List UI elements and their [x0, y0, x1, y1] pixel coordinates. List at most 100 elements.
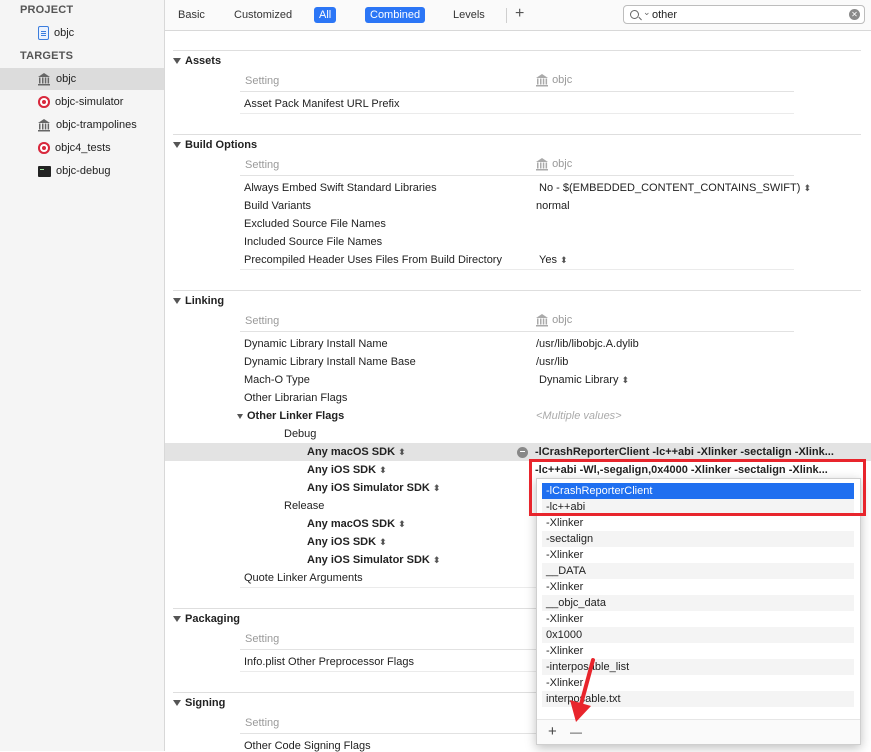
condition-release-any-macos-sdk[interactable]: Any macOS SDK ⬍: [307, 518, 406, 530]
add-item-button[interactable]: +: [548, 723, 557, 740]
disclosure-triangle-icon[interactable]: [173, 298, 181, 304]
list-item[interactable]: __DATA: [542, 563, 854, 579]
condition-debug-any-macos-sdk[interactable]: Any macOS SDK ⬍: [307, 446, 406, 458]
sidebar-item-target-objc-simulator[interactable]: objc-simulator: [0, 91, 164, 113]
setting-precompiled-header-build-dir[interactable]: Precompiled Header Uses Files From Build…: [244, 254, 502, 266]
setting-included-source-file-names[interactable]: Included Source File Names: [244, 236, 382, 248]
column-header-row: Setting objc: [240, 73, 794, 92]
popup-stepper-icon: ⬍: [560, 255, 568, 265]
section-build-options-header[interactable]: Build Options: [173, 139, 257, 151]
setting-always-embed-swift[interactable]: Always Embed Swift Standard Libraries: [244, 182, 437, 194]
search-input[interactable]: [652, 7, 832, 22]
disclosure-triangle-icon[interactable]: [173, 616, 181, 622]
setting-dylib-install-name-base[interactable]: Dynamic Library Install Name Base: [244, 356, 416, 368]
build-settings-toolbar: Basic Customized All Combined Levels + ⌄…: [165, 0, 871, 31]
setting-column-header: Setting: [245, 315, 280, 327]
library-icon: [536, 314, 548, 327]
basic-filter-button[interactable]: Basic: [173, 7, 210, 23]
condition-debug-any-ios-sdk[interactable]: Any iOS SDK ⬍: [307, 464, 387, 476]
setting-other-linker-flags[interactable]: Other Linker Flags: [237, 410, 344, 422]
section-divider: [173, 50, 861, 51]
popup-stepper-icon: ⬍: [803, 183, 811, 193]
list-item[interactable]: 0x1000: [542, 627, 854, 643]
sidebar-item-target-objc4-tests[interactable]: objc4_tests: [0, 137, 164, 159]
sidebar-item-target-objc-debug[interactable]: objc-debug: [0, 160, 164, 182]
section-assets-header[interactable]: Assets: [173, 55, 221, 67]
sidebar-item-label: objc-simulator: [55, 96, 124, 108]
disclosure-triangle-icon[interactable]: [173, 58, 181, 64]
condition-debug-any-ios-simulator-sdk[interactable]: Any iOS Simulator SDK ⬍: [307, 482, 440, 494]
condition-release-any-ios-simulator-sdk[interactable]: Any iOS Simulator SDK ⬍: [307, 554, 440, 566]
value-dylib-install-name[interactable]: /usr/lib/libobjc.A.dylib: [536, 338, 639, 350]
target-column-header: objc: [535, 313, 572, 327]
library-icon: [38, 73, 50, 86]
config-release-label: Release: [284, 500, 325, 512]
section-divider: [173, 290, 861, 291]
navigator-sidebar: PROJECT objc TARGETS objc objc-simulator…: [0, 0, 165, 751]
list-item[interactable]: -Xlinker: [542, 643, 854, 659]
levels-view-button[interactable]: Levels: [448, 7, 490, 23]
value-always-embed-swift[interactable]: No - $(EMBEDDED_CONTENT_CONTAINS_SWIFT) …: [539, 182, 811, 194]
section-divider: [173, 134, 861, 135]
setting-mach-o-type[interactable]: Mach-O Type: [244, 374, 310, 386]
list-item[interactable]: -Xlinker: [542, 675, 854, 691]
customized-filter-button[interactable]: Customized: [229, 7, 297, 23]
value-debug-any-macos-sdk[interactable]: -lCrashReporterClient -lc++abi -Xlinker …: [535, 446, 834, 458]
combined-view-button[interactable]: Combined: [365, 7, 426, 23]
sidebar-item-label: objc-trampolines: [56, 119, 137, 131]
list-item[interactable]: -lc++abi: [542, 499, 854, 515]
condition-release-any-ios-sdk[interactable]: Any iOS SDK ⬍: [307, 536, 387, 548]
disclosure-triangle-icon[interactable]: [173, 700, 181, 706]
linker-flags-list-popover: -lCrashReporterClient -lc++abi -Xlinker …: [536, 478, 861, 745]
section-packaging-header[interactable]: Packaging: [173, 613, 240, 625]
value-precompiled-header-build-dir[interactable]: Yes ⬍: [539, 254, 568, 266]
row-divider: [240, 113, 794, 114]
setting-excluded-source-file-names[interactable]: Excluded Source File Names: [244, 218, 386, 230]
popup-stepper-icon: ⬍: [432, 483, 441, 493]
terminal-icon: [38, 165, 51, 177]
setting-dylib-install-name[interactable]: Dynamic Library Install Name: [244, 338, 388, 350]
section-linking-header[interactable]: Linking: [173, 295, 224, 307]
setting-other-librarian-flags[interactable]: Other Librarian Flags: [244, 392, 347, 404]
list-item[interactable]: __objc_data: [542, 595, 854, 611]
project-header: PROJECT: [20, 4, 74, 16]
library-icon: [38, 119, 50, 132]
toolbar-divider: [506, 8, 507, 23]
sidebar-item-project-objc[interactable]: objc: [0, 22, 164, 44]
sidebar-item-target-objc[interactable]: objc: [0, 68, 164, 90]
add-setting-button[interactable]: +: [515, 5, 524, 23]
value-mach-o-type[interactable]: Dynamic Library ⬍: [539, 374, 629, 386]
list-item[interactable]: -lCrashReporterClient: [542, 483, 854, 499]
sidebar-item-label: objc: [54, 27, 75, 39]
value-debug-any-ios-sdk[interactable]: -lc++abi -Wl,-segalign,0x4000 -Xlinker -…: [535, 464, 828, 476]
list-item[interactable]: -interposable_list: [542, 659, 854, 675]
list-item[interactable]: -Xlinker: [542, 515, 854, 531]
setting-build-variants[interactable]: Build Variants: [244, 200, 311, 212]
setting-quote-linker-arguments[interactable]: Quote Linker Arguments: [244, 572, 363, 584]
sidebar-item-label: objc4_tests: [55, 142, 111, 154]
setting-info-plist-other-preprocessor-flags[interactable]: Info.plist Other Preprocessor Flags: [244, 656, 414, 668]
remove-condition-icon[interactable]: –: [517, 447, 528, 458]
disclosure-triangle-icon[interactable]: [173, 142, 181, 148]
value-other-linker-flags[interactable]: <Multiple values>: [536, 410, 622, 422]
value-dylib-install-name-base[interactable]: /usr/lib: [536, 356, 568, 368]
list-item[interactable]: interposable.txt: [542, 691, 854, 707]
list-item[interactable]: -Xlinker: [542, 579, 854, 595]
list-item[interactable]: -Xlinker: [542, 547, 854, 563]
list-item[interactable]: -Xlinker: [542, 611, 854, 627]
section-signing-header[interactable]: Signing: [173, 697, 225, 709]
popup-stepper-icon: ⬍: [621, 375, 630, 385]
remove-item-button[interactable]: —: [570, 725, 582, 739]
sidebar-item-target-objc-trampolines[interactable]: objc-trampolines: [0, 114, 164, 136]
setting-asset-pack-manifest-url-prefix[interactable]: Asset Pack Manifest URL Prefix: [244, 98, 399, 110]
search-field[interactable]: ⌄ ✕: [623, 5, 865, 24]
chevron-down-icon[interactable]: ⌄: [643, 7, 651, 18]
value-build-variants[interactable]: normal: [536, 200, 570, 212]
list-item[interactable]: -sectalign: [542, 531, 854, 547]
setting-column-header: Setting: [245, 75, 280, 87]
setting-other-code-signing-flags[interactable]: Other Code Signing Flags: [244, 740, 371, 752]
all-filter-button[interactable]: All: [314, 7, 337, 23]
clear-search-icon[interactable]: ✕: [849, 9, 860, 20]
setting-column-header: Setting: [245, 159, 280, 171]
disclosure-triangle-icon[interactable]: [237, 413, 243, 419]
